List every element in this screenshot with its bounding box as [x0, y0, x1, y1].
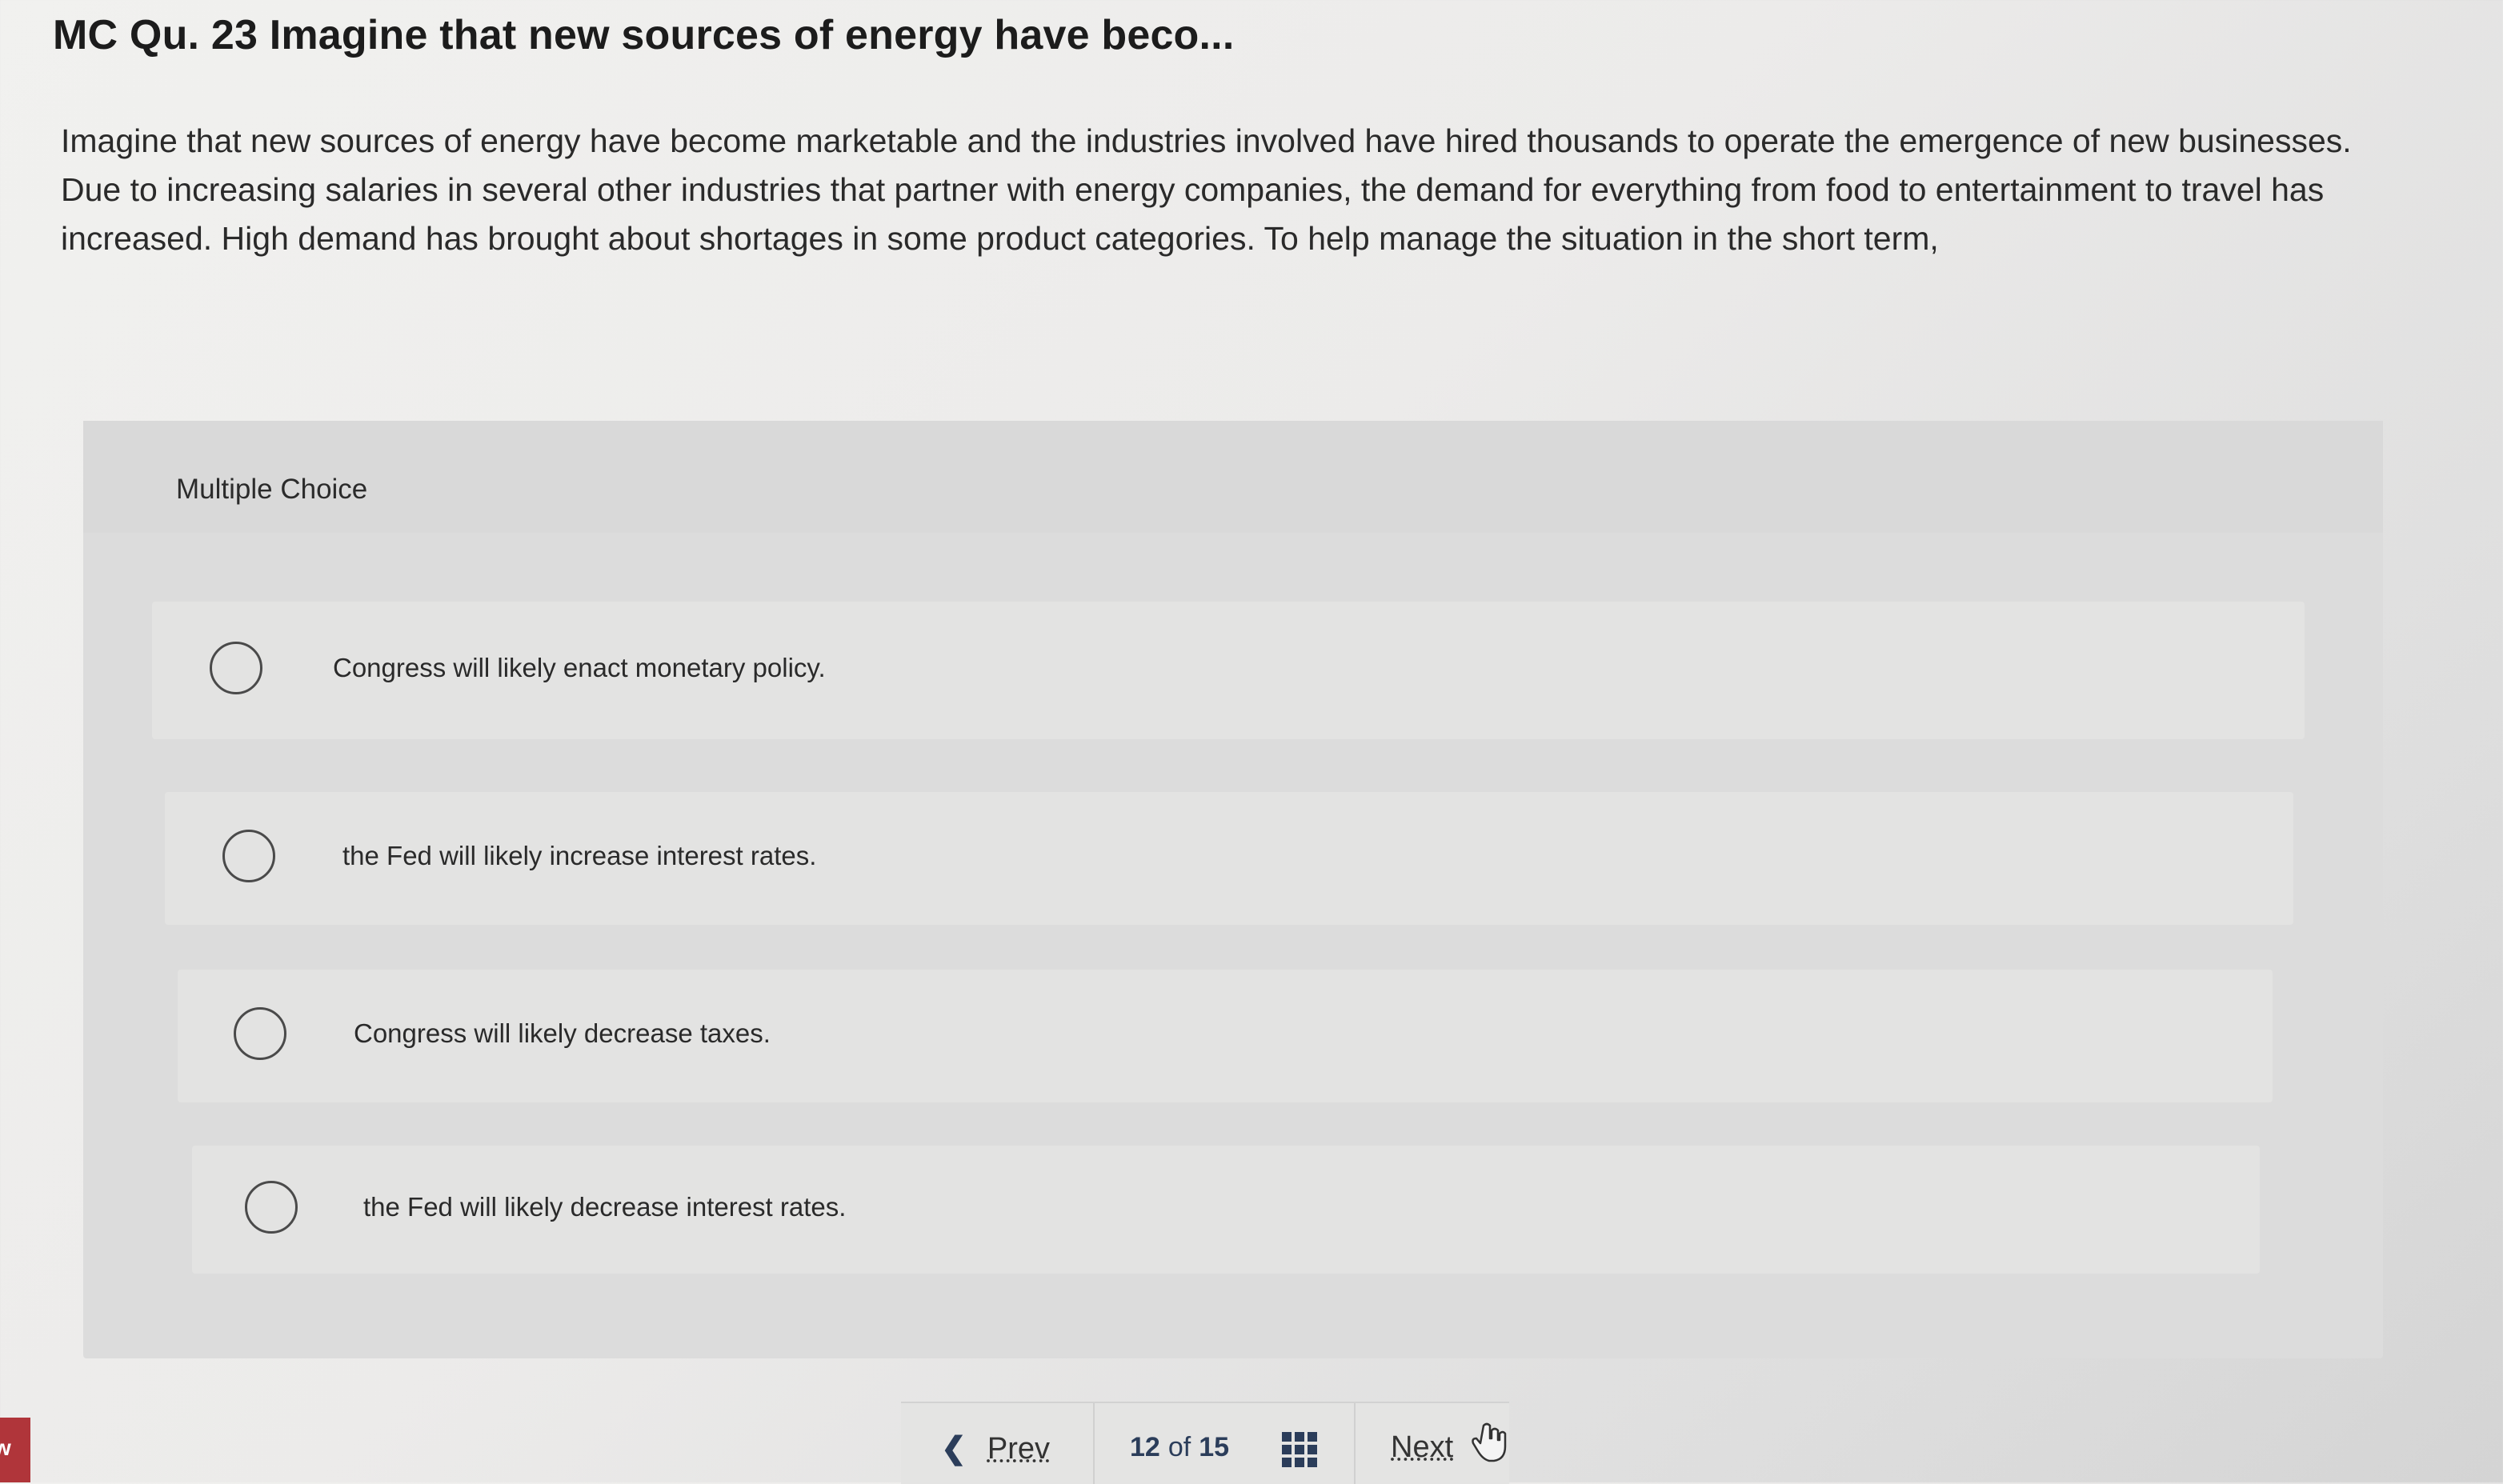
side-badge: w: [0, 1418, 30, 1482]
side-badge-text: w: [0, 1435, 11, 1460]
answer-choice-text: the Fed will likely increase interest ra…: [342, 841, 817, 870]
answer-choice-text: the Fed will likely decrease interest ra…: [363, 1192, 847, 1222]
hand-pointer-icon: [1472, 1422, 1507, 1462]
answer-choice-text: Congress will likely enact monetary poli…: [333, 653, 826, 682]
divider: [1093, 1403, 1095, 1484]
next-button[interactable]: Next: [1391, 1430, 1453, 1465]
prev-label: Prev: [987, 1432, 1050, 1466]
multiple-choice-label: Multiple Choice: [176, 474, 368, 505]
multiple-choice-header: Multiple Choice: [83, 421, 2383, 533]
answer-choice[interactable]: Congress will likely decrease taxes.: [178, 970, 2273, 1102]
next-label: Next: [1391, 1430, 1454, 1464]
current-page: 12: [1130, 1432, 1160, 1462]
question-title: MC Qu. 23 Imagine that new sources of en…: [53, 12, 1235, 58]
answer-choice[interactable]: Congress will likely enact monetary poli…: [152, 602, 2305, 739]
radio-button[interactable]: [222, 830, 275, 882]
radio-button[interactable]: [234, 1007, 286, 1060]
answer-choice[interactable]: the Fed will likely increase interest ra…: [165, 792, 2293, 925]
question-body: Imagine that new sources of energy have …: [61, 122, 2352, 257]
chevron-left-icon: ❮: [941, 1432, 967, 1466]
answer-choice-text: Congress will likely decrease taxes.: [354, 1018, 771, 1048]
prev-button[interactable]: ❮ Prev: [941, 1430, 1050, 1466]
divider: [1354, 1403, 1356, 1484]
question-grid-icon[interactable]: [1282, 1432, 1317, 1467]
question-navigation-bar: ❮ Prev 12 of 15 Next: [901, 1402, 1509, 1484]
page-of-label: of: [1167, 1432, 1191, 1462]
page-counter: 12 of 15: [1130, 1432, 1229, 1463]
radio-button[interactable]: [245, 1181, 298, 1234]
total-pages: 15: [1199, 1432, 1230, 1462]
answer-choice[interactable]: the Fed will likely decrease interest ra…: [192, 1146, 2260, 1274]
radio-button[interactable]: [210, 642, 262, 694]
